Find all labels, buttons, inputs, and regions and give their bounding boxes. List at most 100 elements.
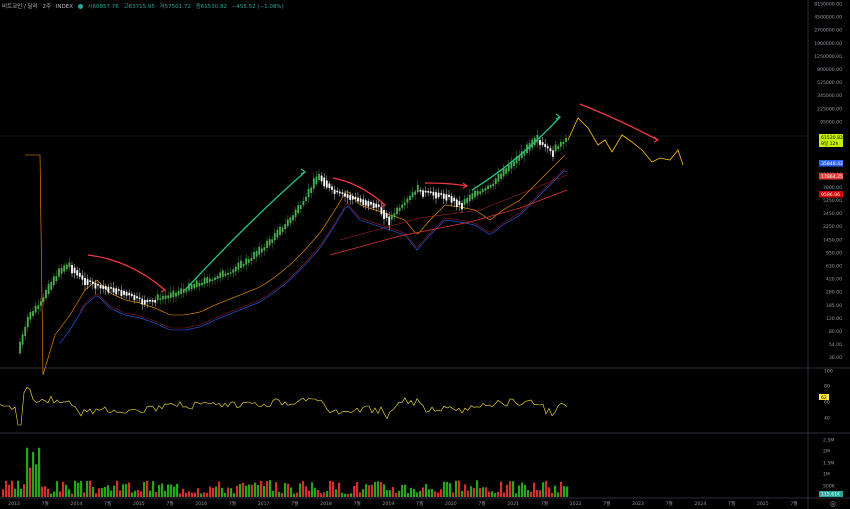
trend-arrows bbox=[87, 103, 660, 293]
candle-body bbox=[133, 295, 136, 301]
volume-bar bbox=[224, 492, 227, 497]
volume-bar bbox=[20, 488, 23, 497]
price-tick-label: 54.00 bbox=[829, 342, 842, 348]
volume-bar bbox=[68, 489, 71, 497]
candle-body bbox=[346, 194, 349, 198]
candle-body bbox=[224, 273, 227, 276]
time-axis[interactable]: 2013 7월 2014 7월 2015 7월 2016 7월 2017 7월 2018 7월 2019… bbox=[8, 500, 797, 507]
candle-body bbox=[84, 278, 86, 286]
volume-bar bbox=[239, 483, 242, 497]
candle-body bbox=[338, 191, 341, 194]
volume-bar bbox=[353, 485, 356, 497]
candle-body bbox=[497, 173, 500, 182]
volume-bar bbox=[74, 480, 77, 497]
ema-blue-line bbox=[59, 170, 568, 344]
candle-body bbox=[276, 229, 279, 238]
volume-bar bbox=[512, 481, 515, 497]
candle-body bbox=[435, 192, 437, 199]
price-tick-label: 36.00 bbox=[829, 355, 842, 361]
volume-bar bbox=[44, 486, 47, 497]
candle-body bbox=[97, 284, 99, 286]
price-tick-label: 630.00 bbox=[826, 264, 842, 270]
candle-body bbox=[47, 283, 50, 294]
volume-bar bbox=[446, 481, 449, 497]
volume-bar bbox=[551, 492, 554, 497]
gear-icon[interactable] bbox=[830, 501, 836, 507]
price-tick-label: 525000.00 bbox=[817, 80, 842, 86]
candle-body bbox=[21, 334, 24, 345]
price-chart[interactable]: 8150000.00 4500000.00 2700000.00 1900000.00… bbox=[0, 0, 850, 509]
volume-badge-label: 115.61K bbox=[821, 492, 841, 498]
candle-body bbox=[175, 292, 177, 297]
volume-bar bbox=[497, 491, 500, 497]
volume-bar bbox=[443, 481, 446, 497]
volume-bar bbox=[50, 493, 53, 497]
candle-body bbox=[78, 272, 81, 277]
candle-body bbox=[263, 247, 266, 251]
time-tick-label: 7월 bbox=[354, 500, 361, 507]
volume-bar bbox=[395, 492, 398, 497]
volume-bar bbox=[377, 481, 380, 497]
candle-body bbox=[141, 298, 144, 305]
volume-bar bbox=[380, 481, 383, 497]
candle-body bbox=[240, 260, 242, 268]
up-trend-arrow bbox=[184, 171, 306, 291]
volume-bar bbox=[521, 482, 524, 497]
volume-bar bbox=[11, 480, 14, 497]
candle-body bbox=[266, 240, 268, 248]
volume-bar bbox=[272, 491, 275, 497]
candle-body bbox=[190, 284, 193, 290]
candle-body bbox=[554, 144, 557, 152]
volume-bar bbox=[413, 489, 416, 497]
candle-body bbox=[73, 267, 76, 274]
candle-body bbox=[211, 279, 214, 282]
price-axis[interactable]: 8150000.00 4500000.00 2700000.00 1900000.00… bbox=[814, 2, 842, 362]
volume-bar bbox=[149, 490, 152, 497]
volume-bar bbox=[62, 481, 65, 497]
rsi-axis[interactable]: 10080604062 bbox=[819, 369, 833, 422]
volume-bar bbox=[266, 481, 269, 497]
volume-axis[interactable]: 2.5M 2M 1.5M 1M 500K 115.61K bbox=[819, 438, 843, 498]
volume-bar bbox=[398, 490, 401, 497]
volume-bar bbox=[8, 484, 11, 497]
candle-body bbox=[380, 206, 383, 215]
price-badge-label: 17864.25 bbox=[821, 174, 843, 180]
candle-body bbox=[427, 191, 430, 193]
volume-bar bbox=[431, 489, 434, 497]
volume-bar bbox=[311, 482, 314, 497]
volume-bar bbox=[467, 490, 470, 497]
candle-body bbox=[307, 188, 310, 198]
candle-body bbox=[136, 296, 138, 299]
candle-body bbox=[489, 184, 492, 188]
volume-bar bbox=[119, 490, 122, 497]
volume-bar bbox=[401, 485, 404, 497]
candle-body bbox=[58, 268, 60, 277]
candle-body bbox=[559, 141, 562, 147]
time-tick-label: 2013 bbox=[8, 501, 20, 507]
volume-bar bbox=[155, 492, 158, 497]
candle-body bbox=[544, 144, 547, 148]
candle-body bbox=[253, 251, 255, 259]
volume-bar bbox=[428, 489, 431, 497]
candle-body bbox=[247, 259, 250, 263]
volume-bar bbox=[566, 486, 569, 497]
candle-body bbox=[104, 286, 107, 290]
candle-body bbox=[320, 175, 323, 182]
rsi-badge-label: 62 bbox=[821, 395, 827, 401]
candle-body bbox=[234, 266, 237, 272]
candle-body bbox=[172, 290, 175, 298]
candle-body bbox=[310, 187, 313, 193]
volume-bar bbox=[410, 487, 413, 497]
volume-bar bbox=[218, 481, 221, 497]
volume-bar bbox=[47, 488, 50, 497]
volume-bar bbox=[86, 480, 89, 497]
volume-bar bbox=[122, 484, 125, 497]
candle-body bbox=[294, 209, 297, 218]
volume-bar bbox=[134, 490, 137, 497]
candle-body bbox=[466, 197, 469, 204]
candle-body bbox=[448, 194, 450, 198]
price-badge-label: 9586.96 bbox=[821, 192, 840, 198]
price-badge-countdown: 9일 12h bbox=[821, 140, 838, 147]
candle-body bbox=[440, 193, 443, 195]
candle-body bbox=[107, 286, 110, 293]
